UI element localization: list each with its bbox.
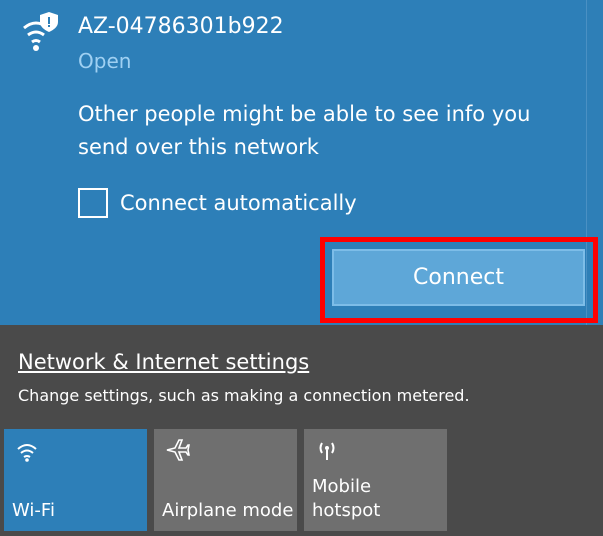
quick-action-wifi-label: Wi-Fi — [12, 500, 55, 521]
security-warning: Other people might be able to see info y… — [78, 102, 531, 159]
auto-connect-checkbox[interactable] — [78, 188, 108, 218]
auto-connect-label: Connect automatically — [120, 191, 357, 215]
network-settings-description: Change settings, such as making a connec… — [18, 386, 470, 405]
wifi-secure-icon — [23, 12, 58, 51]
auto-connect-row[interactable]: Connect automatically — [78, 186, 357, 220]
mobile-label-line2: hotspot — [312, 500, 381, 521]
mobile-hotspot-icon — [319, 442, 335, 460]
quick-action-airplane-mode[interactable]: Airplane mode — [154, 429, 297, 531]
quick-action-mobile-hotspot-label: Mobile hotspot — [312, 475, 380, 523]
network-status: Open — [78, 49, 132, 73]
network-panel: AZ-04786301b922 Open Other people might … — [0, 0, 603, 325]
network-ssid: AZ-04786301b922 — [78, 14, 284, 39]
quick-action-wifi[interactable]: Wi-Fi — [4, 429, 147, 531]
wifi-icon — [17, 444, 37, 462]
network-internet-settings-link[interactable]: Network & Internet settings — [18, 350, 309, 374]
airplane-icon — [166, 439, 190, 461]
quick-action-mobile-hotspot[interactable]: Mobile hotspot — [304, 429, 447, 531]
quick-action-airplane-mode-label: Airplane mode — [162, 500, 294, 521]
mobile-label-line1: Mobile — [312, 476, 372, 497]
connect-button[interactable]: Connect — [332, 249, 585, 306]
